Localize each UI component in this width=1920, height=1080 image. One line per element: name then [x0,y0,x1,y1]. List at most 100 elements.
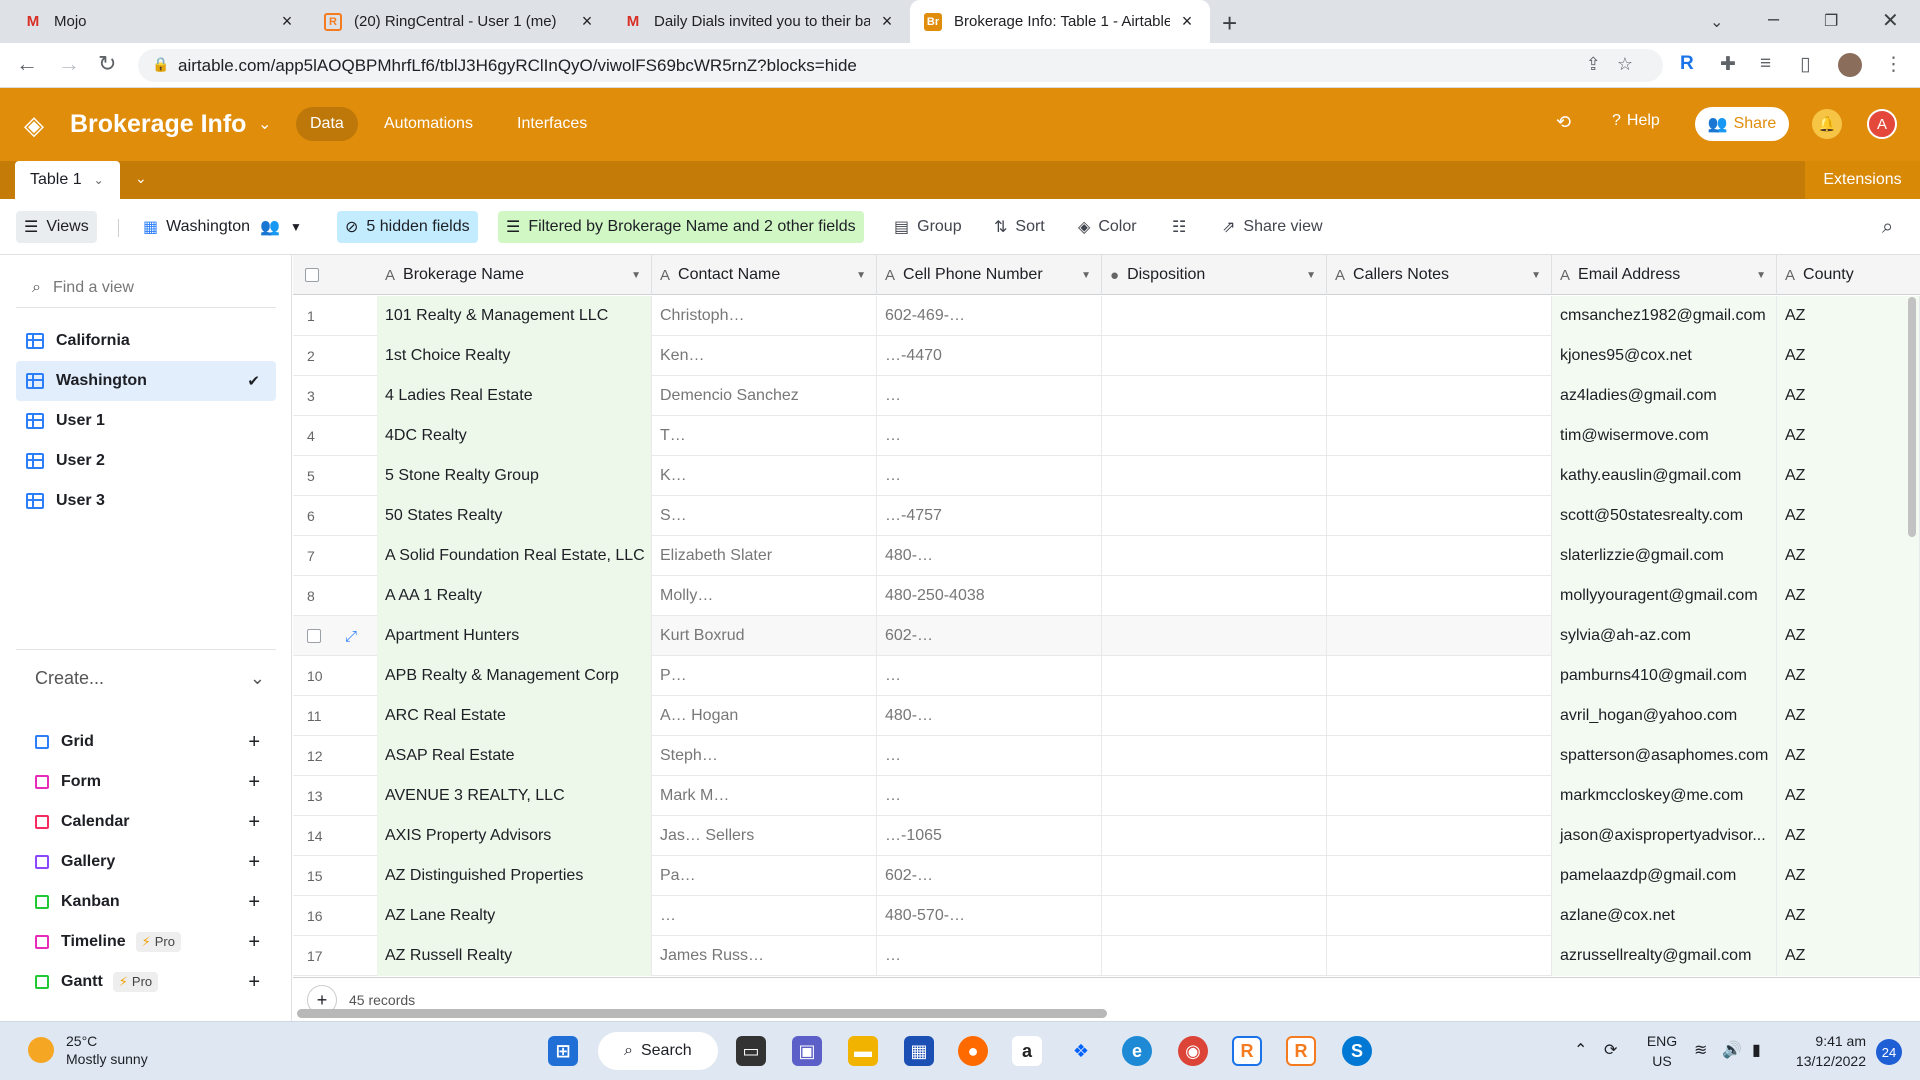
sidebar-item-california[interactable]: California [16,321,276,361]
create-gallery[interactable]: Gallery + [35,847,260,877]
table-row[interactable]: 13 AVENUE 3 REALTY, LLC Mark M…… markmcclos… [293,776,1920,816]
share-page-icon[interactable]: ⇪☆ [1586,54,1649,75]
weather-widget[interactable]: 25°C Mostly sunny [28,1032,148,1068]
cell-disposition[interactable] [1102,296,1327,336]
cell-disposition[interactable] [1102,736,1327,776]
taskbar-search[interactable]: ⌕ Search [598,1032,718,1070]
create-kanban[interactable]: Kanban + [35,887,260,917]
windows-start-icon[interactable]: ⊞ [548,1036,578,1066]
table-row[interactable]: 10 APB Realty & Management Corp P…… pamburn… [293,656,1920,696]
table-row[interactable]: 16 AZ Lane Realty… 480-570-… azlane@cox.net… [293,896,1920,936]
cell-callers-notes[interactable] [1327,376,1552,416]
ringcentral-phone-icon[interactable]: R [1286,1036,1316,1066]
create-gantt[interactable]: Gantt ⚡ Pro + [35,967,260,997]
current-view-button[interactable]: ▦ Washington 👥 ▼ [135,211,310,243]
row-number[interactable]: 12 [293,736,377,776]
row-number[interactable]: 11 [293,696,377,736]
cell-cell-phone[interactable]: 480-… [877,536,1102,576]
cell-brokerage-name[interactable]: ARC Real Estate [377,696,652,736]
cell-callers-notes[interactable] [1327,576,1552,616]
column-header-county[interactable]: A County [1777,255,1920,295]
cell-disposition[interactable] [1102,936,1327,976]
store-icon[interactable]: ▦ [904,1036,934,1066]
row-number[interactable]: ⤢ [293,616,377,656]
tray-overflow-icon[interactable]: ⌃ [1574,1040,1587,1060]
cell-disposition[interactable] [1102,656,1327,696]
create-grid[interactable]: Grid + [35,727,260,757]
cell-contact-name[interactable]: Jas… Sellers [652,816,877,856]
row-number[interactable]: 7 [293,536,377,576]
task-view-icon[interactable]: ▭ [736,1036,766,1066]
cell-email-address[interactable]: markmccloskey@me.com [1552,776,1777,816]
cell-brokerage-name[interactable]: 50 States Realty [377,496,652,536]
nav-data[interactable]: Data [296,107,358,141]
cell-county[interactable]: AZ [1777,576,1920,616]
cell-county[interactable]: AZ [1777,496,1920,536]
base-name[interactable]: Brokerage Info [70,110,246,139]
cell-brokerage-name[interactable]: 4DC Realty [377,416,652,456]
cell-disposition[interactable] [1102,456,1327,496]
group-button[interactable]: ▤ Group [886,211,970,243]
cell-cell-phone[interactable]: 480-570-… [877,896,1102,936]
language-indicator[interactable]: ENG US [1642,1031,1682,1071]
skype-icon[interactable]: S [1342,1036,1372,1066]
cell-disposition[interactable] [1102,776,1327,816]
cell-cell-phone[interactable]: …-4470 [877,336,1102,376]
reading-list-icon[interactable]: ≡ [1760,53,1771,75]
cell-brokerage-name[interactable]: A AA 1 Realty [377,576,652,616]
expand-record-icon[interactable]: ⤢ [345,628,357,645]
browser-tab-ringcentral[interactable]: R (20) RingCentral - User 1 (me) × [310,0,610,43]
cell-callers-notes[interactable] [1327,896,1552,936]
cell-disposition[interactable] [1102,696,1327,736]
volume-icon[interactable]: 🔊 [1722,1040,1742,1060]
nav-interfaces[interactable]: Interfaces [503,107,601,141]
table-row[interactable]: 14 AXIS Property Advisors Jas… Sellers …-10… [293,816,1920,856]
file-explorer-icon[interactable]: ▬ [848,1036,878,1066]
profile-avatar-icon[interactable] [1838,53,1862,77]
column-header-callers-notes[interactable]: A Callers Notes ▼ [1327,255,1552,295]
browser-tab-mojo[interactable]: M Mojo × [10,0,310,43]
horizontal-scrollbar[interactable] [297,1009,1107,1018]
cell-email-address[interactable]: spatterson@asaphomes.com [1552,736,1777,776]
cell-email-address[interactable]: kjones95@cox.net [1552,336,1777,376]
table-row[interactable]: 17 AZ Russell Realty James Russ…… azrussell… [293,936,1920,976]
table-row[interactable]: 11 ARC Real Estate A… Hogan 480-… avril_hoga… [293,696,1920,736]
cell-disposition[interactable] [1102,576,1327,616]
cell-email-address[interactable]: scott@50statesrealty.com [1552,496,1777,536]
row-number[interactable]: 17 [293,936,377,976]
cell-callers-notes[interactable] [1327,696,1552,736]
browser-tab-airtable[interactable]: Br Brokerage Info: Table 1 - Airtable × [910,0,1210,43]
cell-callers-notes[interactable] [1327,496,1552,536]
cell-callers-notes[interactable] [1327,456,1552,496]
cell-callers-notes[interactable] [1327,336,1552,376]
close-icon[interactable]: × [278,11,296,32]
column-header-brokerage-name[interactable]: A Brokerage Name ▼ [377,255,652,295]
color-button[interactable]: ◈ Color [1070,211,1145,243]
cell-contact-name[interactable]: Demencio Sanchez [652,376,877,416]
cell-brokerage-name[interactable]: APB Realty & Management Corp [377,656,652,696]
cell-county[interactable]: AZ [1777,416,1920,456]
views-toggle-button[interactable]: ☰ Views [16,211,97,243]
cell-email-address[interactable]: mollyyouragent@gmail.com [1552,576,1777,616]
cell-county[interactable]: AZ [1777,816,1920,856]
cell-cell-phone[interactable]: …-4757 [877,496,1102,536]
cell-disposition[interactable] [1102,616,1327,656]
cell-cell-phone[interactable]: 602-… [877,616,1102,656]
checkbox[interactable] [305,268,319,282]
hidden-fields-button[interactable]: ⊘ 5 hidden fields [337,211,478,243]
create-view-toggle[interactable]: Create... ⌄ [35,668,265,689]
cell-cell-phone[interactable]: … [877,416,1102,456]
row-checkbox[interactable] [307,629,321,643]
cell-county[interactable]: AZ [1777,616,1920,656]
cell-contact-name[interactable]: Steph… [652,736,877,776]
firefox-icon[interactable]: ● [958,1036,988,1066]
table-row[interactable]: 34 Ladies Real Estate Demencio Sanchez… az… [293,376,1920,416]
sort-button[interactable]: ⇅ Sort [986,211,1053,243]
new-tab-icon[interactable]: + [1222,8,1237,39]
row-number[interactable]: 13 [293,776,377,816]
back-icon[interactable]: ← [16,51,38,77]
column-header-disposition[interactable]: ● Disposition ▼ [1102,255,1327,295]
history-icon[interactable]: ⟲ [1556,112,1571,133]
cell-county[interactable]: AZ [1777,736,1920,776]
cell-disposition[interactable] [1102,376,1327,416]
